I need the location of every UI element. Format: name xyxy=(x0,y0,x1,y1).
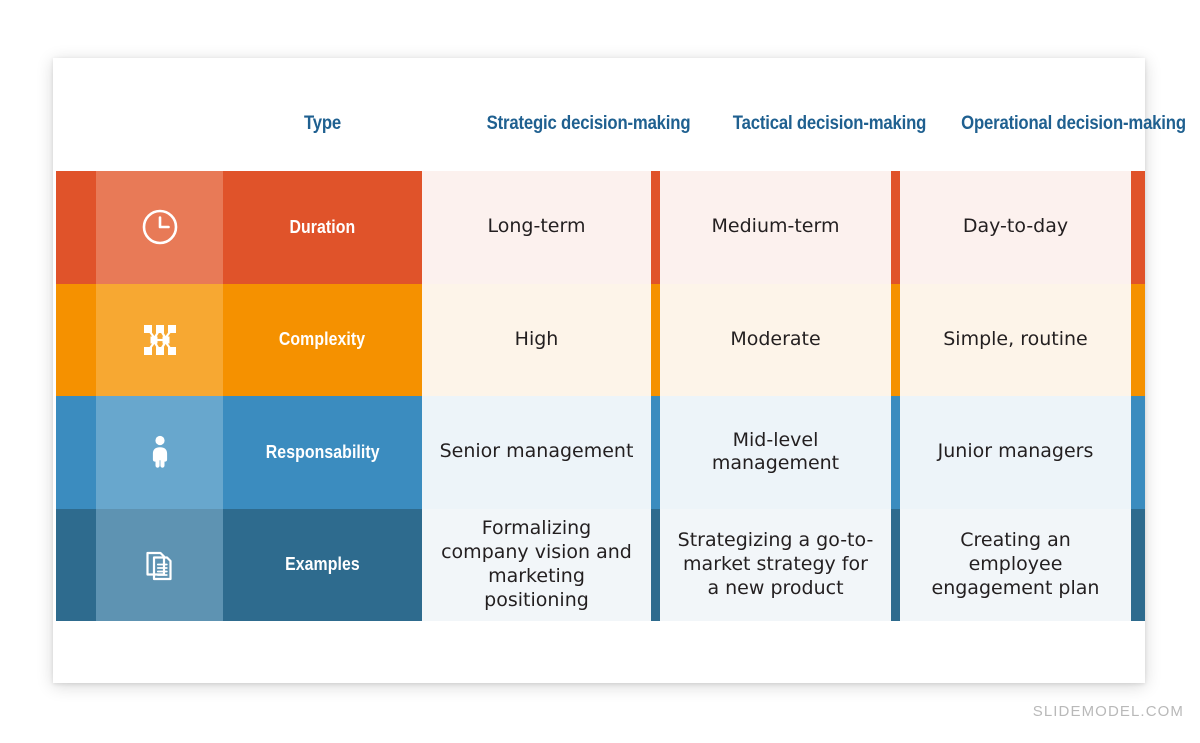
row-accent-stripe-left xyxy=(56,283,96,396)
table-header-row: Type Strategic decision-making Tactical … xyxy=(53,113,1186,163)
cell-value: Day-to-day xyxy=(900,171,1131,284)
documents-icon xyxy=(138,543,182,587)
table-row: Complexity High Moderate Simple, routine xyxy=(56,283,1145,396)
row-label-cell: Responsability xyxy=(223,396,422,509)
row-label-cell: Complexity xyxy=(223,283,422,396)
cell-value: Medium-term xyxy=(660,171,891,284)
row-label-cell: Examples xyxy=(223,508,422,621)
table-body: Duration Long-term Medium-term Day-to-day Co… xyxy=(56,171,1145,621)
row-label: Examples xyxy=(285,554,360,575)
row-label: Duration xyxy=(289,216,356,237)
cell-text: Moderate xyxy=(730,327,821,350)
cell-value: Creating an employee engagement plan xyxy=(900,508,1131,621)
cell-value: Junior managers xyxy=(900,396,1131,509)
column-separator-stripe xyxy=(891,283,900,396)
column-separator-stripe xyxy=(651,171,660,284)
row-accent-stripe-left xyxy=(56,171,96,284)
person-icon xyxy=(138,430,182,474)
cell-text: Medium-term xyxy=(711,215,840,238)
table-row: Duration Long-term Medium-term Day-to-day xyxy=(56,171,1145,284)
footer-brand: SLIDEMODEL.COM xyxy=(1032,703,1184,720)
row-accent-stripe-right xyxy=(1131,396,1145,509)
cell-value: Strategizing a go-to-market strategy for… xyxy=(660,508,891,621)
cell-text: Simple, routine xyxy=(943,327,1088,350)
cell-value: Simple, routine xyxy=(900,283,1131,396)
row-label: Responsability xyxy=(265,441,380,462)
row-accent-stripe-left xyxy=(56,396,96,509)
column-separator-stripe xyxy=(891,171,900,284)
slide-canvas: Type Strategic decision-making Tactical … xyxy=(0,0,1200,743)
cell-text: Formalizing company vision and marketing… xyxy=(441,517,632,611)
cell-text: High xyxy=(514,327,559,350)
cell-value: Senior management xyxy=(422,396,651,509)
column-header-type: Type xyxy=(303,113,342,134)
cell-text: Senior management xyxy=(439,440,634,463)
column-header-operational: Operational decision-making xyxy=(961,113,1186,134)
cell-text: Creating an employee engagement plan xyxy=(931,529,1100,599)
clock-icon xyxy=(138,205,182,249)
row-accent-stripe-left xyxy=(56,508,96,621)
row-icon-cell xyxy=(96,171,223,284)
column-separator-stripe xyxy=(891,396,900,509)
network-nodes-icon xyxy=(138,318,182,362)
cell-text: Mid-level management xyxy=(711,428,840,475)
cell-value: Mid-level management xyxy=(660,396,891,509)
cell-text: Strategizing a go-to-market strategy for… xyxy=(677,529,874,599)
slide-card: Type Strategic decision-making Tactical … xyxy=(53,58,1186,683)
row-icon-cell xyxy=(96,283,223,396)
column-separator-stripe xyxy=(651,396,660,509)
table-row: Examples Formalizing company vision and m… xyxy=(56,508,1145,621)
row-icon-cell xyxy=(96,508,223,621)
row-accent-stripe-right xyxy=(1131,508,1145,621)
column-separator-stripe xyxy=(651,283,660,396)
cell-value: Moderate xyxy=(660,283,891,396)
cell-text: Day-to-day xyxy=(962,215,1069,238)
row-label: Complexity xyxy=(279,329,366,350)
column-separator-stripe xyxy=(891,508,900,621)
row-accent-stripe-right xyxy=(1131,283,1145,396)
row-icon-cell xyxy=(96,396,223,509)
cell-value: Formalizing company vision and marketing… xyxy=(422,508,651,621)
row-accent-stripe-right xyxy=(1131,171,1145,284)
row-label-cell: Duration xyxy=(223,171,422,284)
table-row: Responsability Senior management Mid-level… xyxy=(56,396,1145,509)
cell-text: Long-term xyxy=(487,215,586,238)
cell-text: Junior managers xyxy=(937,440,1094,463)
cell-value: Long-term xyxy=(422,171,651,284)
column-separator-stripe xyxy=(651,508,660,621)
cell-value: High xyxy=(422,283,651,396)
